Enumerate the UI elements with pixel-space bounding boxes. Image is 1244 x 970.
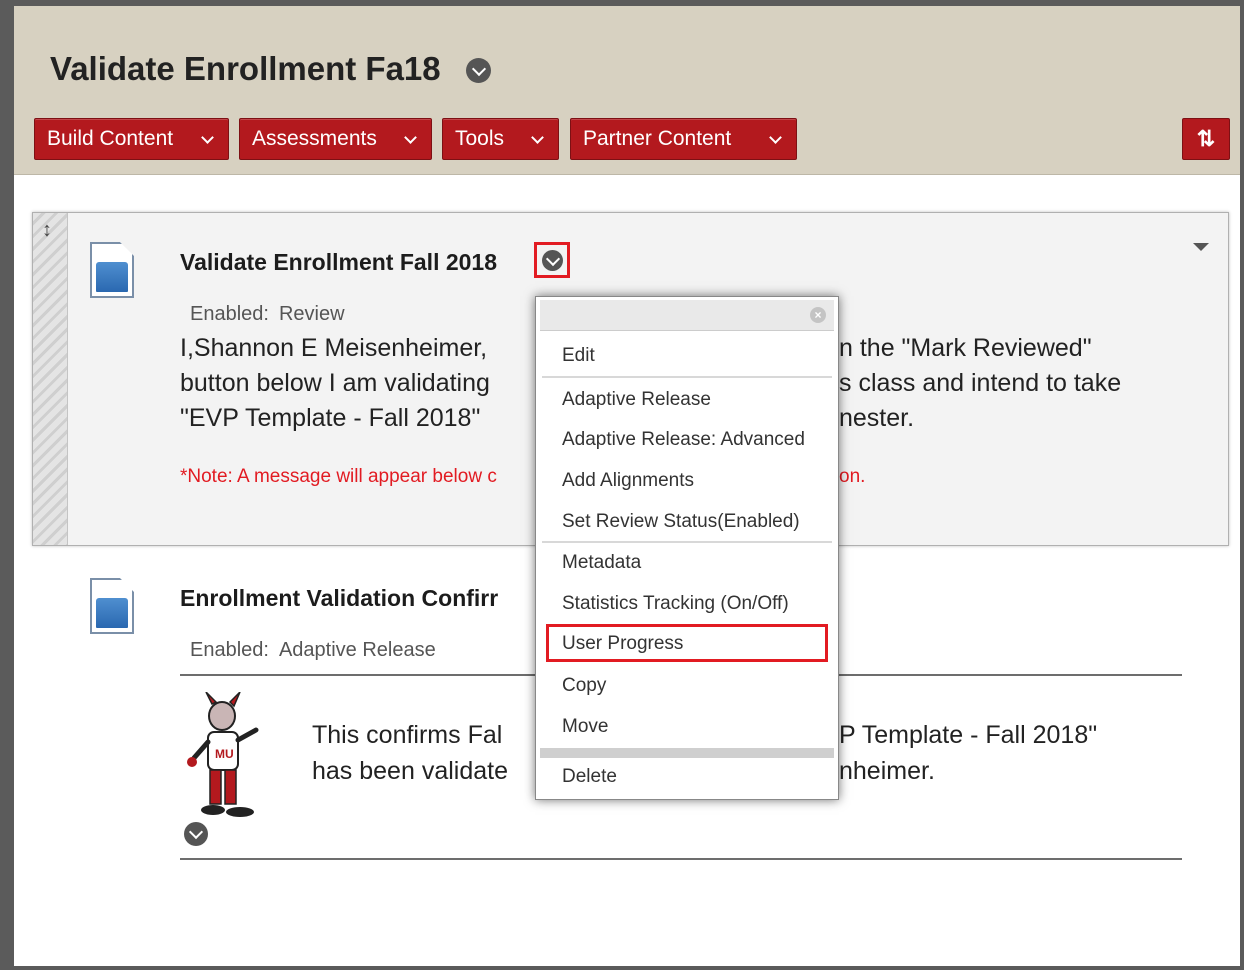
menu-item-copy[interactable]: Copy xyxy=(562,675,606,697)
menu-item-statistics-tracking[interactable]: Statistics Tracking (On/Off) xyxy=(562,593,789,615)
document-icon xyxy=(90,242,134,298)
item-options-chevron-icon[interactable] xyxy=(184,822,208,846)
drag-arrows-icon: ↕ xyxy=(42,219,52,241)
page-title: Validate Enrollment Fa18 xyxy=(50,50,441,87)
partner-content-button[interactable]: Partner Content xyxy=(570,118,797,160)
build-content-label: Build Content xyxy=(47,127,174,150)
menu-separator xyxy=(542,376,832,378)
sort-arrows-icon: ⇅ xyxy=(1196,126,1216,151)
item-options-chevron-icon[interactable] xyxy=(542,250,563,271)
course-header: Validate Enrollment Fa18 Build Content A… xyxy=(14,6,1240,175)
status-label: Enabled: xyxy=(190,639,269,661)
close-icon[interactable]: × xyxy=(810,307,826,323)
menu-separator xyxy=(542,541,832,543)
reorder-sort-button[interactable]: ⇅ xyxy=(1182,118,1230,160)
chevron-down-icon xyxy=(404,131,417,144)
item-body-right-3: nester. xyxy=(839,404,915,432)
item-body-line-1: I,Shannon E Meisenheimer, xyxy=(180,334,488,362)
status-value: Review xyxy=(278,303,345,325)
chevron-down-icon xyxy=(201,131,214,144)
document-icon xyxy=(90,578,134,634)
menu-item-adaptive-release-advanced[interactable]: Adaptive Release: Advanced xyxy=(562,429,805,451)
drag-handle[interactable]: ↕ xyxy=(33,213,68,545)
item-title[interactable]: Enrollment Validation Confirr xyxy=(180,585,498,612)
menu-item-add-alignments[interactable]: Add Alignments xyxy=(562,470,694,492)
mascot-image: MU xyxy=(187,692,259,817)
content-area: Validate Enrollment Fa18 Build Content A… xyxy=(14,6,1240,966)
status-label: Enabled: xyxy=(190,303,269,325)
item-status: Enabled: Adaptive Release xyxy=(190,639,446,662)
svg-text:MU: MU xyxy=(215,747,234,761)
menu-item-set-review-status[interactable]: Set Review Status(Enabled) xyxy=(562,511,800,533)
menu-header: × xyxy=(540,300,834,331)
menu-item-delete[interactable]: Delete xyxy=(562,766,617,788)
item-options-highlight[interactable] xyxy=(534,242,570,278)
item-body-right-1: n the "Mark Reviewed" xyxy=(839,334,1092,362)
menu-item-metadata[interactable]: Metadata xyxy=(562,552,641,574)
item-body-right-2: nheimer. xyxy=(839,757,935,785)
item-body-line-2: has been validate xyxy=(312,757,508,785)
item-body-right-1: P Template - Fall 2018" xyxy=(839,721,1098,749)
build-content-button[interactable]: Build Content xyxy=(34,118,229,160)
tools-button[interactable]: Tools xyxy=(442,118,559,160)
item-body-line-1: This confirms Fal xyxy=(312,721,503,749)
item-title[interactable]: Validate Enrollment Fall 2018 xyxy=(180,249,497,276)
status-value: Adaptive Release xyxy=(278,639,436,661)
chevron-down-icon xyxy=(769,131,782,144)
item-note: *Note: A message will appear below c xyxy=(180,466,497,487)
tools-label: Tools xyxy=(455,127,505,150)
context-menu: × Edit Adaptive Release Adaptive Release… xyxy=(535,296,839,800)
item-note-right: on. xyxy=(839,466,866,487)
assessments-label: Assessments xyxy=(252,127,377,150)
partner-content-label: Partner Content xyxy=(583,127,732,150)
item-body-line-2: button below I am validating xyxy=(180,369,490,397)
menu-separator xyxy=(540,748,834,758)
collapse-arrow-icon[interactable] xyxy=(1193,243,1209,251)
item-status: Enabled: Review xyxy=(190,303,355,326)
item-body-right-2: s class and intend to take xyxy=(839,369,1122,397)
menu-item-adaptive-release[interactable]: Adaptive Release xyxy=(562,389,711,411)
divider xyxy=(180,858,1182,860)
item-body-line-3: "EVP Template - Fall 2018" xyxy=(180,404,481,432)
menu-item-move[interactable]: Move xyxy=(562,716,608,738)
chevron-down-icon xyxy=(531,131,544,144)
assessments-button[interactable]: Assessments xyxy=(239,118,432,160)
menu-item-user-progress[interactable]: User Progress xyxy=(562,633,683,655)
title-options-chevron-icon[interactable] xyxy=(466,58,491,83)
menu-item-edit[interactable]: Edit xyxy=(562,345,595,367)
